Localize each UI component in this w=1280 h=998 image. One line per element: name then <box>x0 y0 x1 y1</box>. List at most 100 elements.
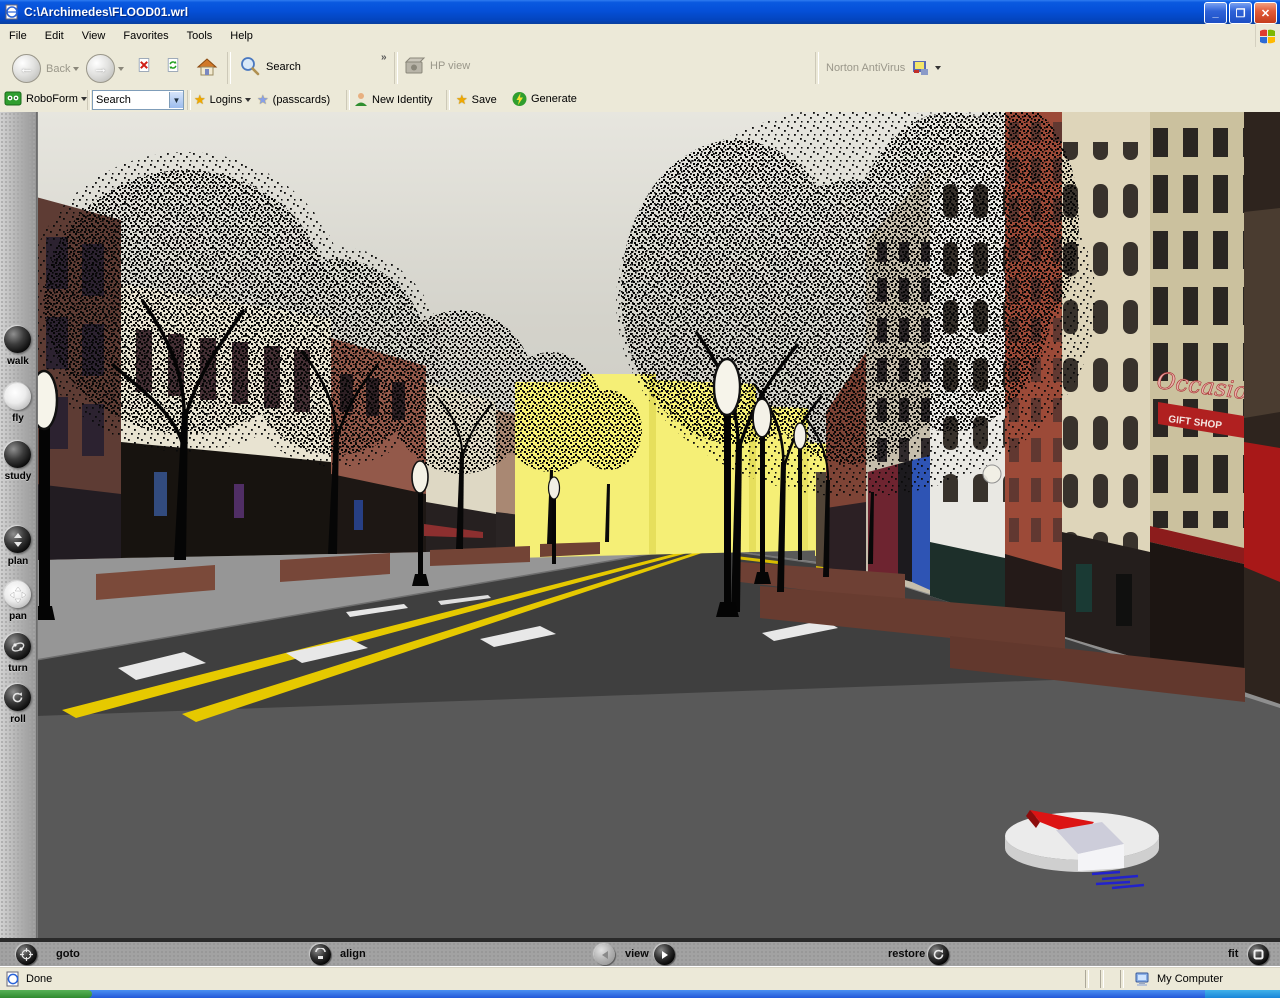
roboform-icon <box>4 91 22 106</box>
view-next-arrow-icon <box>660 950 670 960</box>
logins-star-icon: ★ <box>194 92 206 108</box>
fly-button[interactable] <box>4 383 31 410</box>
menu-help[interactable]: Help <box>221 26 262 46</box>
restore-button[interactable] <box>928 944 949 965</box>
back-button[interactable]: ← Back <box>12 54 79 83</box>
menu-favorites[interactable]: Favorites <box>114 26 177 46</box>
taskbar-sliver[interactable] <box>0 990 1280 998</box>
passcards-button[interactable]: ★ (passcards) <box>257 92 330 108</box>
menu-tools[interactable]: Tools <box>178 26 222 46</box>
status-zone-label: My Computer <box>1157 973 1223 985</box>
search-button[interactable]: Search <box>238 55 301 79</box>
hp-view-button[interactable]: HP view <box>404 56 470 76</box>
ie-document-icon <box>4 4 20 20</box>
stop-button[interactable] <box>136 57 152 73</box>
menu-file[interactable]: File <box>0 26 36 46</box>
view-label: view <box>625 948 649 960</box>
back-label: Back <box>46 63 70 75</box>
ie-page-icon <box>5 971 21 987</box>
windows-logo-icon <box>1255 25 1278 47</box>
forward-dropdown-icon[interactable] <box>118 67 124 71</box>
search-label: Search <box>266 61 301 73</box>
study-button[interactable] <box>4 441 31 468</box>
norton-antivirus-button[interactable]: Norton AntiVirus <box>826 59 941 76</box>
back-icon: ← <box>12 54 41 83</box>
start-button-sliver[interactable] <box>0 990 92 998</box>
plan-button[interactable] <box>4 526 31 553</box>
rf-separator <box>187 90 191 110</box>
vrml-nav-strip: walk fly study plan pan turn <box>0 112 37 938</box>
close-button[interactable]: ✕ <box>1254 2 1277 24</box>
status-text: Done <box>26 973 52 985</box>
rf-separator <box>346 90 350 110</box>
logins-button[interactable]: ★ Logins <box>194 92 251 108</box>
passcards-label: (passcards) <box>273 94 330 106</box>
person-icon <box>354 92 368 107</box>
search-icon <box>238 55 262 79</box>
norton-label: Norton AntiVirus <box>826 62 905 74</box>
view-prev-arrow-icon <box>600 950 610 960</box>
street-scene-render: Occasionally GIFT SHOP <box>36 112 1280 938</box>
goto-label: goto <box>56 948 80 960</box>
3d-scene[interactable]: Occasionally GIFT SHOP <box>36 112 1280 938</box>
generate-label: Generate <box>531 93 577 105</box>
combo-dropdown-icon[interactable]: ▼ <box>169 92 183 108</box>
home-button[interactable] <box>196 56 218 78</box>
restore-label: restore <box>888 948 925 960</box>
logins-dropdown-icon[interactable] <box>245 98 251 102</box>
toolbar-separator <box>815 52 819 84</box>
fly-label: fly <box>0 413 36 424</box>
roboform-menu-button[interactable]: RoboForm <box>4 91 87 106</box>
back-dropdown-icon[interactable] <box>73 67 79 71</box>
toolbar-separator <box>227 52 231 84</box>
view-next-button[interactable] <box>654 944 675 965</box>
turn-button[interactable] <box>4 633 31 660</box>
fit-button[interactable] <box>1248 944 1269 965</box>
roll-label: roll <box>0 714 36 725</box>
plan-label: plan <box>0 556 36 567</box>
fit-label: fit <box>1228 948 1238 960</box>
turn-label: turn <box>0 663 36 674</box>
align-button[interactable] <box>310 944 331 965</box>
forward-button[interactable]: → <box>86 54 124 83</box>
lightning-icon <box>512 91 527 107</box>
align-label: align <box>340 948 366 960</box>
refresh-icon <box>165 57 181 73</box>
statusbar-separator <box>1100 970 1104 988</box>
refresh-button[interactable] <box>165 57 181 73</box>
window-title: C:\Archimedes\FLOOD01.wrl <box>24 5 188 19</box>
roll-button[interactable] <box>4 684 31 711</box>
toolbar-separator <box>394 52 398 84</box>
menu-edit[interactable]: Edit <box>36 26 73 46</box>
home-icon <box>196 56 218 78</box>
my-computer-icon <box>1135 971 1151 987</box>
new-identity-label: New Identity <box>372 94 433 106</box>
status-bar: Done My Computer <box>0 966 1280 991</box>
title-bar[interactable]: C:\Archimedes\FLOOD01.wrl _ ❐ ✕ <box>0 0 1280 24</box>
goto-button[interactable] <box>16 944 37 965</box>
roboform-toolbar: RoboForm ▼ ★ Logins ★ (passcards) New Id… <box>0 88 1280 113</box>
view-previous-button[interactable] <box>594 944 615 965</box>
new-identity-button[interactable]: New Identity <box>354 92 433 107</box>
norton-icon <box>911 59 930 76</box>
minimize-button[interactable]: _ <box>1204 2 1227 24</box>
statusbar-separator <box>1120 970 1124 988</box>
norton-dropdown-icon[interactable] <box>935 66 941 70</box>
pan-label: pan <box>0 611 36 622</box>
menu-bar: File Edit View Favorites Tools Help <box>0 24 1280 49</box>
forward-icon: → <box>86 54 115 83</box>
hp-view-label: HP view <box>430 60 470 72</box>
roboform-search-combo[interactable]: ▼ <box>92 90 184 110</box>
generate-button[interactable]: Generate <box>512 91 577 107</box>
turn-orbit-icon <box>11 640 25 654</box>
walk-button[interactable] <box>4 326 31 353</box>
save-button[interactable]: ★ Save <box>456 92 497 108</box>
roboform-search-input[interactable] <box>93 94 169 106</box>
menu-view[interactable]: View <box>73 26 115 46</box>
rf-separator <box>446 90 450 110</box>
restore-rotate-icon <box>932 948 945 961</box>
logins-label: Logins <box>210 94 242 106</box>
pan-button[interactable] <box>4 581 31 608</box>
toolbar-overflow-chevron[interactable]: » <box>381 52 387 63</box>
restore-button[interactable]: ❐ <box>1229 2 1252 24</box>
